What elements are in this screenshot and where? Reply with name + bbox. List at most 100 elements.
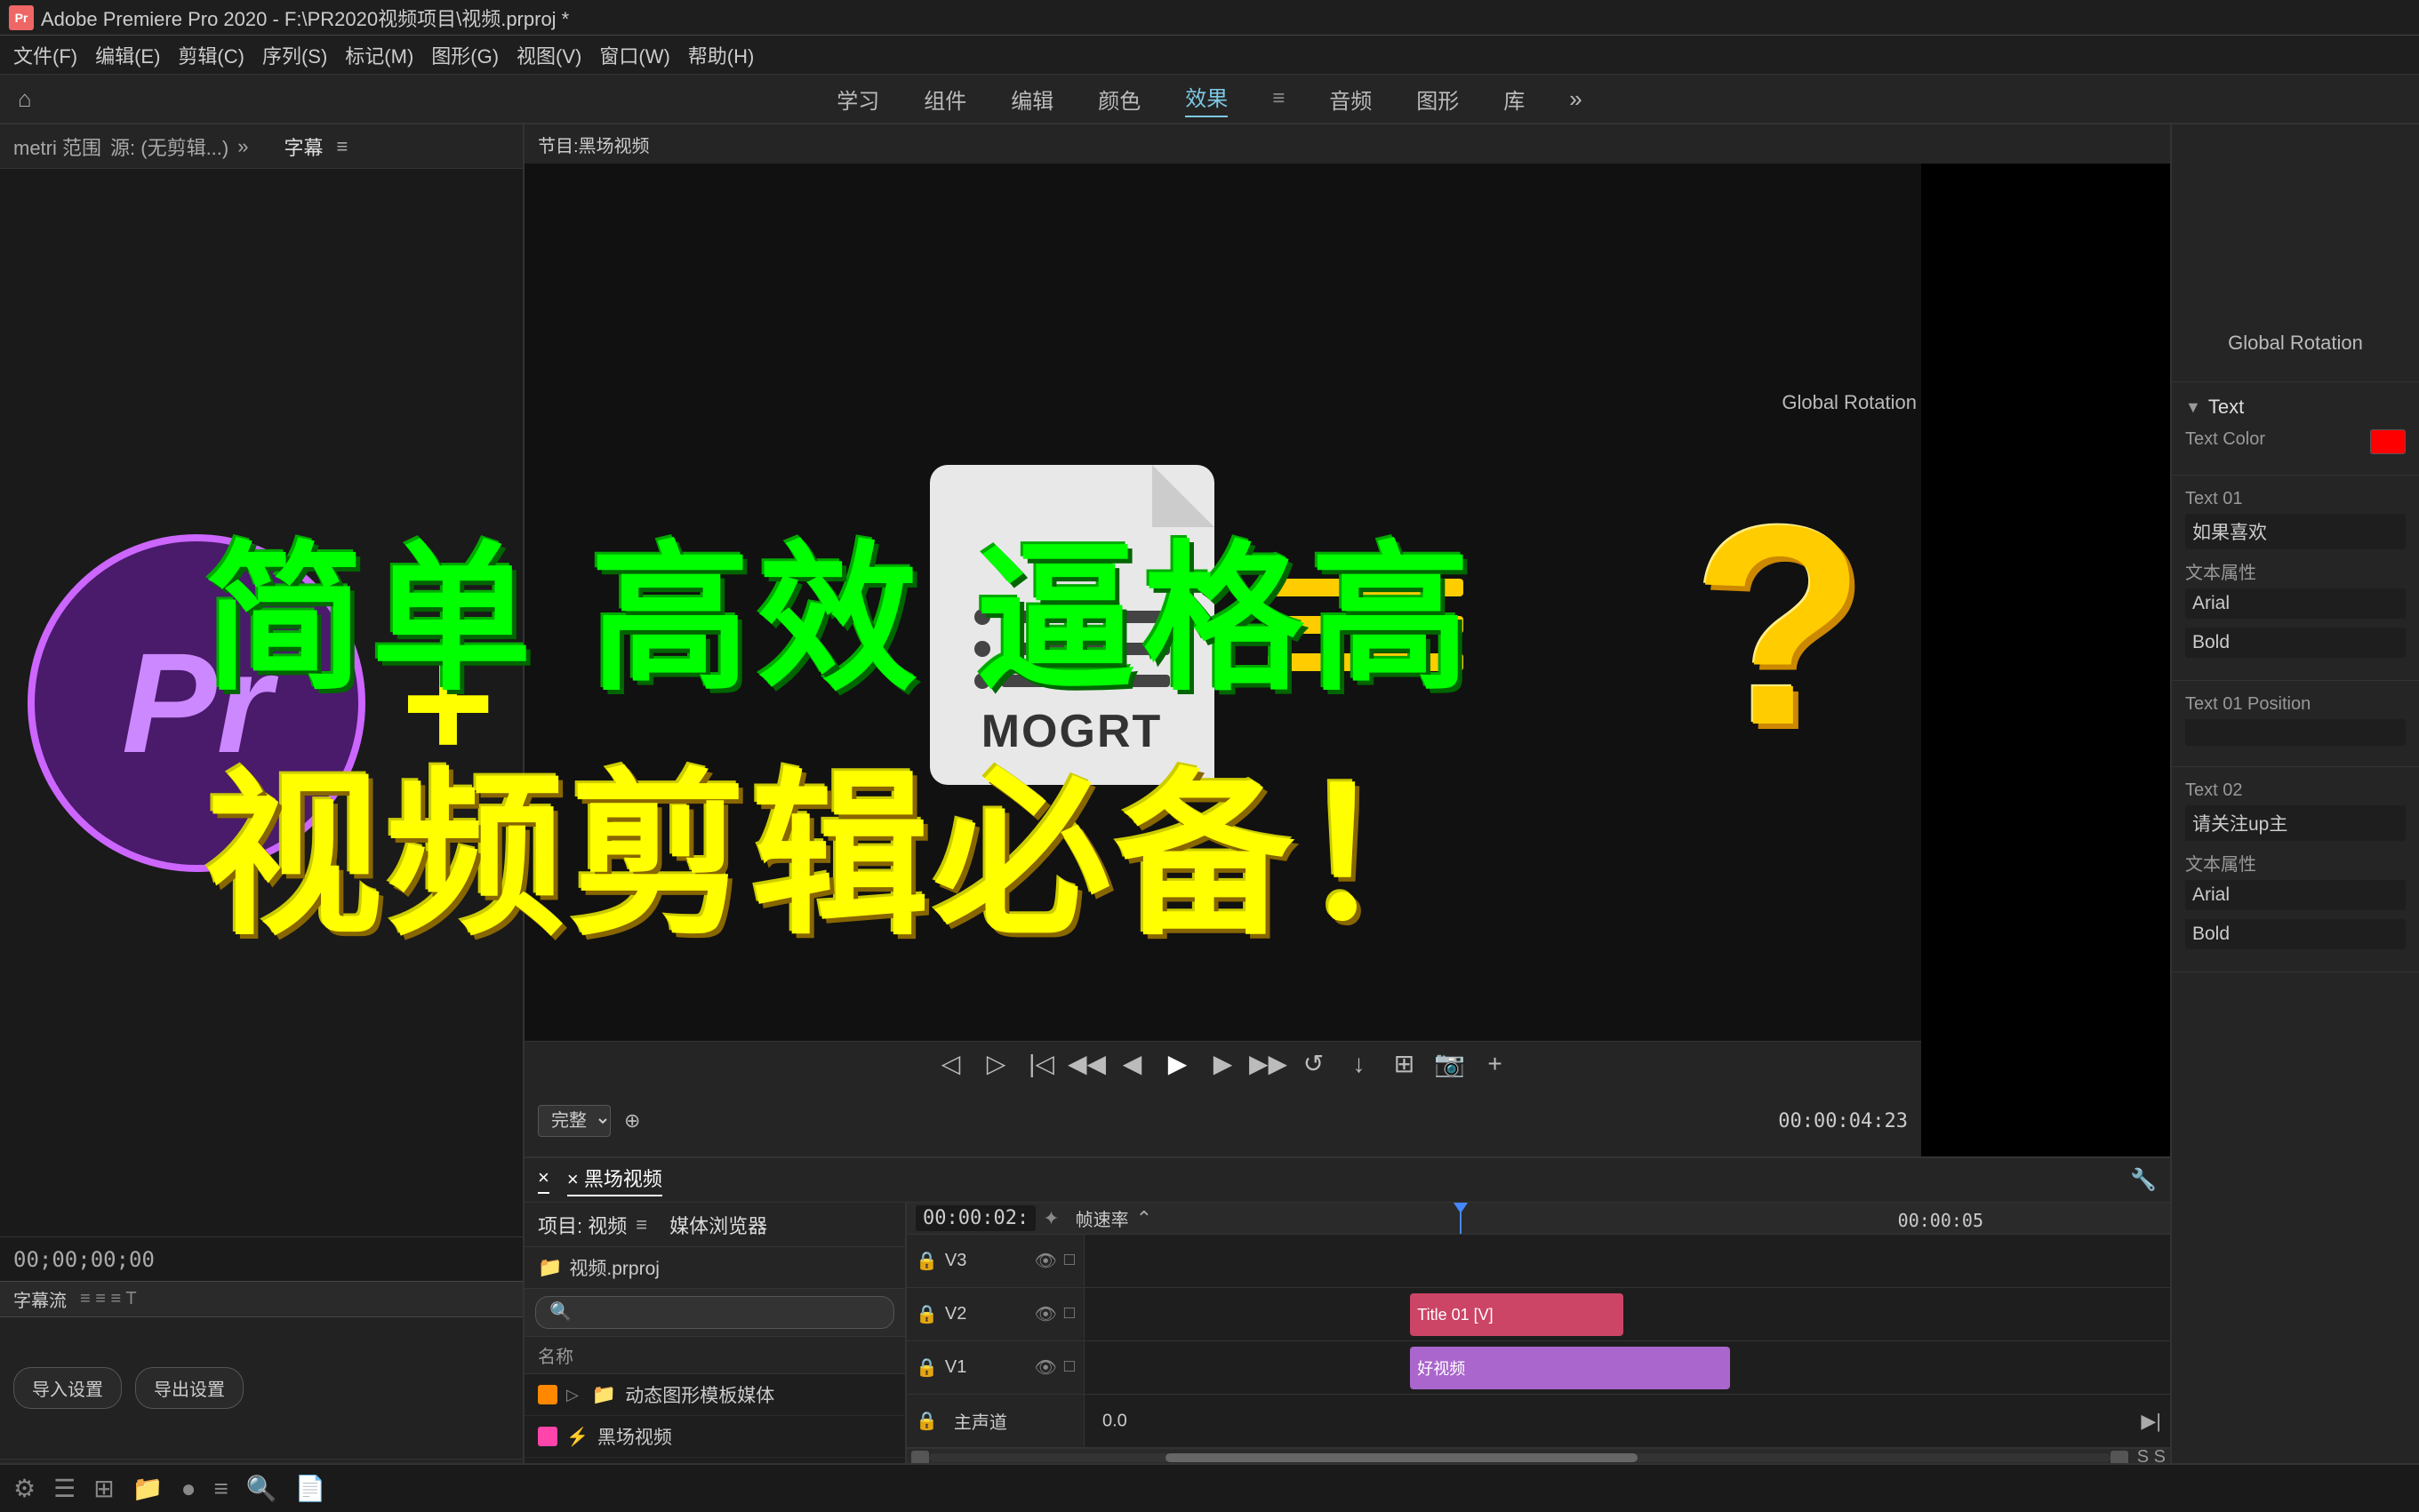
preview-prev-edit[interactable]: ◀◀ [1071, 1048, 1103, 1080]
clip-title01[interactable]: Title 01 [V] [1410, 1293, 1623, 1336]
doc-line-row-2 [974, 641, 1170, 657]
track-lock-v3[interactable]: 🔒 [916, 1250, 938, 1272]
nav-learn[interactable]: 学习 [837, 84, 879, 115]
track-lock-master[interactable]: 🔒 [916, 1410, 938, 1432]
source-expand-btn[interactable]: » [237, 135, 248, 158]
menu-edit[interactable]: 编辑(E) [95, 41, 160, 69]
track-content-v3[interactable] [1085, 1235, 2170, 1287]
timeline-wrench[interactable]: 🔧 [2130, 1167, 2157, 1193]
nav-library[interactable]: 库 [1503, 84, 1525, 115]
project-item-color-1 [538, 1427, 557, 1446]
preview-overwrite[interactable]: ⊞ [1389, 1048, 1421, 1080]
export-settings-btn[interactable]: 导出设置 [135, 1367, 244, 1409]
text01-value[interactable]: 如果喜欢 [2185, 514, 2406, 549]
track-mute-v2[interactable]: □ [1064, 1303, 1075, 1325]
text-color-label: Text Color [2185, 429, 2265, 450]
track-header-v2: 🔒 V2 👁 □ [907, 1288, 1085, 1340]
clip-video1[interactable]: 好视频 [1410, 1347, 1730, 1389]
bottom-search-icon[interactable]: 🔍 [246, 1474, 277, 1503]
preview-step-back[interactable]: ◀ [1117, 1048, 1149, 1080]
track-eye-v1[interactable]: 👁 [1035, 1356, 1057, 1379]
preview-mark-in[interactable]: ◁ [935, 1048, 967, 1080]
ripple-icon[interactable]: ✦ [1043, 1207, 1059, 1230]
menu-file[interactable]: 文件(F) [13, 41, 77, 69]
text02-value[interactable]: 请关注up主 [2185, 805, 2406, 841]
timecode-area: 00;00;00;00 [0, 1236, 523, 1281]
project-search-input[interactable] [535, 1296, 894, 1329]
nav-effects[interactable]: 效果 [1185, 81, 1228, 117]
bottom-folder-icon[interactable]: 📁 [132, 1474, 164, 1503]
clip-title01-label: Title 01 [V] [1417, 1306, 1493, 1324]
menu-clip[interactable]: 剪辑(C) [178, 41, 244, 69]
bottom-file-icon[interactable]: 📄 [295, 1474, 326, 1503]
preview-mark-clip[interactable]: |◁ [1026, 1048, 1058, 1080]
timeline-timecode-display[interactable]: 00:00:02: [916, 1205, 1036, 1231]
preview-mark-out[interactable]: ▷ [981, 1048, 1013, 1080]
menu-sequence[interactable]: 序列(S) [262, 41, 327, 69]
yellow-line-1 [1268, 579, 1463, 596]
quality-select[interactable]: 完整 [538, 1105, 611, 1137]
preview-play[interactable]: ▶ [1162, 1048, 1194, 1080]
nav-audio[interactable]: 音频 [1329, 84, 1372, 115]
timeline-tab-close[interactable]: × [538, 1166, 549, 1194]
nav-edit[interactable]: 编辑 [1011, 84, 1053, 115]
track-eye-v3[interactable]: 👁 [1035, 1250, 1057, 1272]
preview-loop[interactable]: ↺ [1298, 1048, 1330, 1080]
master-nav-icon[interactable]: ▶| [2141, 1410, 2161, 1433]
project-item-expand-0[interactable]: ▷ [566, 1386, 579, 1404]
media-browser-tab[interactable]: 媒体浏览器 [669, 1211, 767, 1239]
captions-menu-icon[interactable]: ≡ [337, 135, 348, 158]
nav-graphic[interactable]: 图形 [1416, 84, 1459, 115]
scrollbar-thumb[interactable] [1165, 1453, 1638, 1462]
project-item-0[interactable]: ▷ 📁 动态图形模板媒体 [525, 1374, 905, 1416]
track-eye-v2[interactable]: 👁 [1035, 1303, 1057, 1325]
track-content-v1[interactable]: 好视频 [1085, 1341, 2170, 1394]
scrollbar-track[interactable] [929, 1453, 2111, 1462]
preview-bottom-bar: 完整 ⊕ 00:00:04:23 [525, 1085, 1921, 1156]
project-menu-icon[interactable]: ≡ [636, 1213, 647, 1236]
import-settings-btn[interactable]: 导入设置 [13, 1367, 122, 1409]
timeline-tab-title[interactable]: × 黑场视频 [567, 1164, 662, 1196]
menu-view[interactable]: 视图(V) [517, 41, 581, 69]
global-rotation-title: Global Rotation [2228, 332, 2363, 355]
timeline-playhead[interactable] [1460, 1203, 1462, 1234]
bottom-settings-icon[interactable]: ⚙ [13, 1474, 36, 1503]
home-button[interactable]: ⌂ [18, 85, 32, 113]
preview-add-btn[interactable]: + [1479, 1048, 1511, 1080]
text01-position-slider[interactable] [2185, 719, 2406, 746]
text02-label: Text 02 [2185, 780, 2406, 801]
doc-line-2 [1001, 643, 1170, 655]
track-content-v2[interactable]: Title 01 [V] [1085, 1288, 2170, 1340]
track-content-master[interactable]: 0.0 ▶| [1085, 1395, 2170, 1447]
text-color-swatch[interactable] [2370, 429, 2406, 454]
project-name-column: 名称 [538, 1342, 573, 1368]
preview-step-fwd[interactable]: ▶ [1207, 1048, 1239, 1080]
nav-component[interactable]: 组件 [924, 84, 966, 115]
menu-window[interactable]: 窗口(W) [599, 41, 669, 69]
nav-color[interactable]: 颜色 [1098, 84, 1141, 115]
preview-camera[interactable]: 📷 [1434, 1048, 1466, 1080]
text-collapse-arrow[interactable]: ▼ [2185, 398, 2201, 417]
bottom-grid-icon[interactable]: ⊞ [93, 1474, 114, 1503]
main-layout: metri 范围 源: (无剪辑...) » 字幕 ≡ Pr + 00;00;0… [0, 124, 2419, 1512]
fit-icon: ⊕ [624, 1109, 640, 1132]
menu-marker[interactable]: 标记(M) [345, 41, 413, 69]
project-item-1[interactable]: ⚡ 黑场视频 [525, 1416, 905, 1458]
right-panel: Global Rotation ▼ Text Text Color Text 0… [2170, 124, 2419, 1512]
track-mute-v3[interactable]: □ [1064, 1250, 1075, 1272]
end-timecode: 00:00:05 [1898, 1210, 1983, 1231]
bottom-list-icon[interactable]: ☰ [53, 1474, 76, 1503]
track-mute-v1[interactable]: □ [1064, 1356, 1075, 1379]
preview-next-edit[interactable]: ▶▶ [1253, 1048, 1285, 1080]
track-lock-v2[interactable]: 🔒 [916, 1303, 938, 1325]
captions-label[interactable]: 字幕 [284, 132, 323, 161]
framerate-expand-icon[interactable]: ⌃ [1136, 1207, 1152, 1230]
menu-graphic[interactable]: 图形(G) [431, 41, 499, 69]
master-volume: 0.0 [1102, 1411, 1127, 1431]
menu-help[interactable]: 帮助(H) [688, 41, 755, 69]
preview-tab-title: 节目:黑场视频 [538, 132, 650, 157]
bottom-list2-icon[interactable]: ≡ [213, 1475, 228, 1503]
preview-insert[interactable]: ↓ [1343, 1048, 1375, 1080]
nav-more-btn[interactable]: » [1569, 85, 1582, 113]
track-lock-v1[interactable]: 🔒 [916, 1356, 938, 1379]
